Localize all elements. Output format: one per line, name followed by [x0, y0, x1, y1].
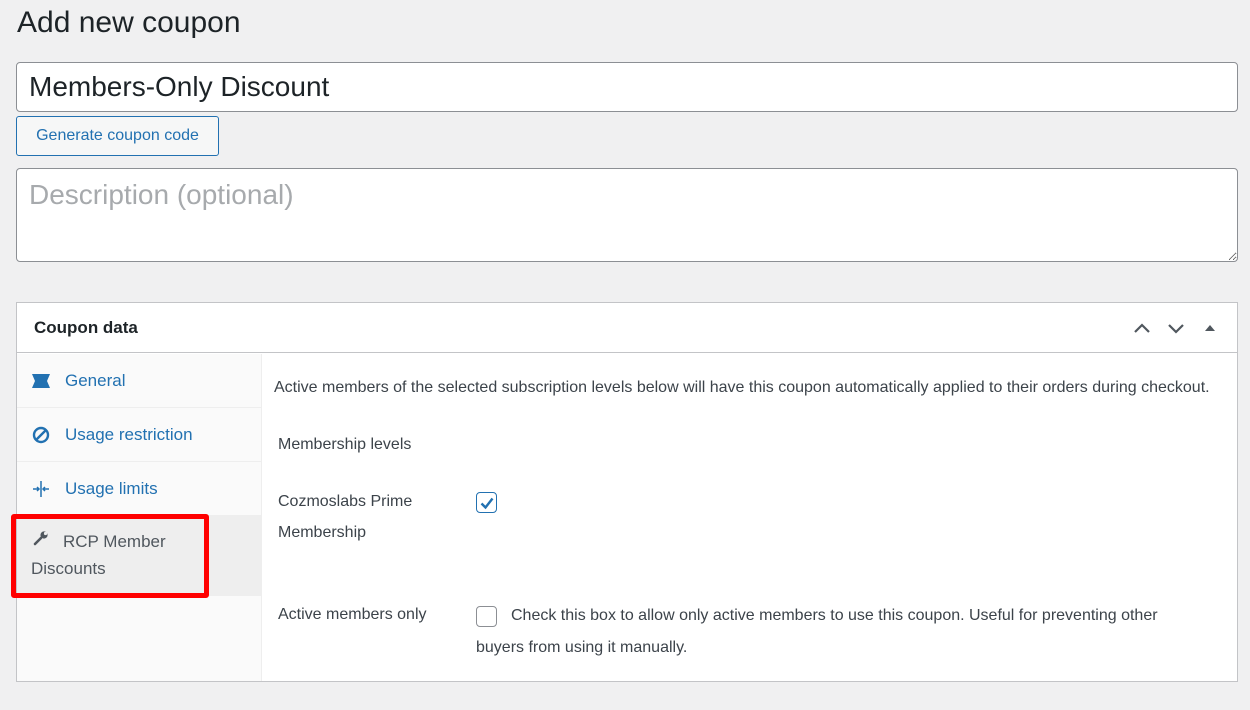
description-textarea[interactable] [16, 168, 1238, 262]
tab-rcp-label-line1: RCP Member [63, 532, 166, 551]
membership-level-checkbox[interactable] [476, 492, 497, 513]
tab-usage-restriction-label: Usage restriction [65, 424, 193, 444]
tab-usage-limits-label: Usage limits [65, 478, 158, 498]
tab-usage-restriction[interactable]: Usage restriction [17, 408, 261, 462]
postbox-actions [1129, 317, 1223, 339]
rcp-member-discounts-panel: Active members of the selected subscript… [262, 354, 1237, 681]
membership-level-label: Cozmoslabs Prime Membership [278, 486, 412, 548]
arrows-in-icon [31, 479, 51, 499]
tab-general[interactable]: General [17, 354, 261, 408]
tab-general-label: General [65, 370, 126, 390]
chevron-up-icon[interactable] [1129, 317, 1155, 339]
coupon-data-panel: General Usage restriction Usage limits R… [11, 354, 1237, 681]
active-members-only-label: Active members only [278, 606, 427, 623]
tab-usage-limits[interactable]: Usage limits [17, 462, 261, 516]
membership-levels-label: Membership levels [278, 436, 412, 453]
wrench-icon [31, 528, 51, 548]
ticket-icon [31, 371, 51, 391]
tab-rcp-label-line2: Discounts [31, 559, 106, 578]
active-members-help-line2: buyers from using it manually. [476, 639, 688, 656]
membership-level-label-line2: Membership [278, 524, 367, 541]
coupon-data-header: Coupon data [17, 303, 1237, 353]
coupon-code-input[interactable] [16, 62, 1238, 112]
active-members-help: Check this box to allow only active memb… [476, 600, 1216, 664]
active-members-help-line1: Check this box to allow only active memb… [511, 607, 1158, 624]
tab-rcp-member-discounts[interactable]: RCP Member Discounts [17, 516, 261, 596]
triangle-up-icon[interactable] [1197, 317, 1223, 339]
generate-coupon-code-button[interactable]: Generate coupon code [16, 116, 219, 156]
ban-icon [31, 425, 51, 445]
coupon-data-tabs: General Usage restriction Usage limits R… [17, 354, 262, 681]
panel-intro-text: Active members of the selected subscript… [274, 379, 1210, 396]
membership-level-label-line1: Cozmoslabs Prime [278, 493, 413, 510]
chevron-down-icon[interactable] [1163, 317, 1189, 339]
checkmark-icon [480, 497, 493, 509]
coupon-data-title: Coupon data [34, 317, 138, 337]
coupon-data-box: Coupon data General Usage restriction Us… [11, 302, 1238, 682]
page-title: Add new coupon [17, 6, 241, 39]
